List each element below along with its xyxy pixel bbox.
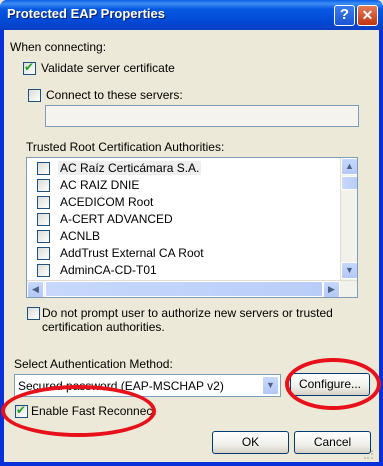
connect-servers-label[interactable]: Connect to these servers: [46, 88, 183, 102]
when-connecting-label: When connecting: [10, 40, 107, 54]
cancel-button[interactable]: Cancel [294, 431, 371, 454]
ca-label: ACNLB [60, 229, 101, 243]
fast-reconnect-checkbox[interactable] [15, 403, 28, 418]
ca-checkbox[interactable] [37, 264, 50, 277]
configure-button[interactable]: Configure... [290, 373, 370, 396]
list-item[interactable]: A-CERT ADVANCED [27, 211, 345, 228]
list-item[interactable]: AC Raíz Certicámara S.A. [27, 160, 345, 177]
auth-method-label: Select Authentication Method: [14, 357, 173, 371]
horizontal-scrollbar[interactable]: ◀ ▶ [27, 280, 357, 297]
trusted-ca-list[interactable]: AC Raíz Certicámara S.A. AC RAIZ DNIE AC… [26, 157, 358, 298]
vertical-scroll-thumb[interactable] [341, 176, 357, 190]
ca-label: A-CERT ADVANCED [60, 212, 173, 226]
fast-reconnect-label[interactable]: Enable Fast Reconnect [31, 404, 156, 418]
scroll-left-button[interactable]: ◀ [27, 281, 44, 297]
auth-method-dropdown[interactable]: Secured password (EAP-MSCHAP v2) ▼ [14, 374, 281, 397]
scroll-up-button[interactable]: ▲ [341, 158, 357, 175]
auth-method-value: Secured password (EAP-MSCHAP v2) [18, 379, 224, 393]
list-item[interactable]: AdminCA-CD-T01 [27, 262, 345, 279]
ca-label: AC Raíz Certicámara S.A. [58, 161, 202, 175]
list-item[interactable]: ACEDICOM Root [27, 194, 345, 211]
vertical-scrollbar[interactable]: ▲ ▼ [340, 158, 357, 280]
scroll-right-button[interactable]: ▶ [323, 281, 340, 297]
ca-label: ACEDICOM Root [60, 195, 154, 209]
ca-checkbox[interactable] [37, 162, 50, 175]
ca-label: AddTrust External CA Root [60, 246, 204, 260]
ca-label: AC RAIZ DNIE [60, 178, 140, 192]
validate-server-label[interactable]: Validate server certificate [41, 61, 175, 75]
ca-label: AdminCA-CD-T01 [60, 263, 157, 277]
scroll-down-button[interactable]: ▼ [341, 262, 357, 279]
ca-checkbox[interactable] [37, 230, 50, 243]
horizontal-scroll-thumb[interactable] [45, 281, 323, 297]
ok-button[interactable]: OK [212, 431, 289, 454]
servers-input[interactable] [45, 105, 359, 127]
ca-checkbox[interactable] [37, 179, 50, 192]
ca-checkbox[interactable] [37, 196, 50, 209]
dialog-window: Protected EAP Properties ? ✕ When connec… [0, 0, 383, 466]
connect-servers-checkbox[interactable] [28, 89, 41, 102]
do-not-prompt-checkbox[interactable] [27, 307, 40, 320]
validate-server-checkbox[interactable] [23, 60, 36, 75]
trusted-ca-label: Trusted Root Certification Authorities: [26, 140, 225, 154]
chevron-down-icon[interactable]: ▼ [262, 376, 279, 395]
list-item[interactable]: AC RAIZ DNIE [27, 177, 345, 194]
ca-checkbox[interactable] [37, 213, 50, 226]
ca-checkbox[interactable] [37, 247, 50, 260]
list-item[interactable]: AddTrust External CA Root [27, 245, 345, 262]
window-title: Protected EAP Properties [7, 6, 165, 21]
do-not-prompt-label[interactable]: Do not prompt user to authorize new serv… [42, 306, 333, 320]
help-button[interactable]: ? [334, 5, 355, 26]
list-item[interactable]: ACNLB [27, 228, 345, 245]
title-bar[interactable]: Protected EAP Properties ? ✕ [0, 0, 383, 30]
dialog-body: When connecting: Validate server certifi… [4, 30, 379, 462]
close-button[interactable]: ✕ [357, 5, 378, 26]
do-not-prompt-label-line2[interactable]: certification authorities. [42, 320, 165, 334]
resize-grip[interactable] [364, 450, 373, 459]
